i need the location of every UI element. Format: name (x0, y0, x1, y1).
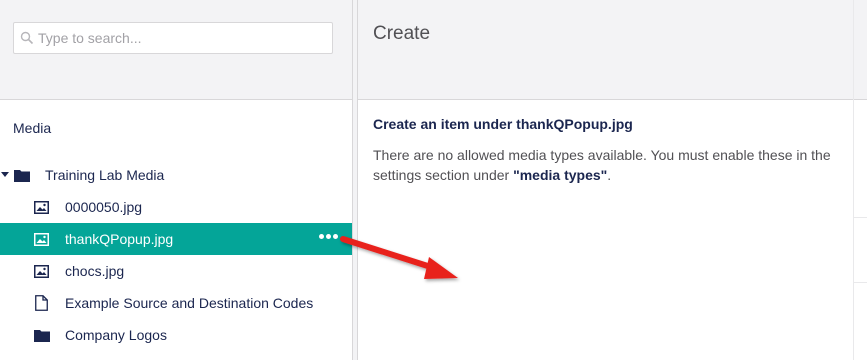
image-icon (34, 232, 49, 246)
dialog-message: There are no allowed media types availab… (373, 145, 843, 185)
image-icon (34, 200, 49, 214)
tree-item-label: thankQPopup.jpg (65, 231, 174, 247)
tree-item-chocs-jpg[interactable]: chocs.jpg (0, 255, 352, 287)
tree-item-0000050-jpg[interactable]: 0000050.jpg (0, 191, 352, 223)
tree-header (0, 0, 352, 100)
search-input[interactable] (38, 30, 318, 46)
tree-item-company-logos[interactable]: Company Logos (0, 319, 352, 351)
file-icon (35, 295, 48, 311)
media-types-reference: "media types" (513, 167, 608, 183)
tree-section-title: Media (13, 120, 52, 136)
folder-icon (14, 168, 30, 182)
annotation-arrow-icon (340, 236, 458, 279)
tree-item-label: 0000050.jpg (65, 199, 143, 215)
tree-panel: Media Training Lab Media 0000050.jpg tha… (0, 0, 352, 360)
tree-item-label: Company Logos (65, 327, 167, 343)
search-icon (20, 31, 34, 45)
tree-item-label: chocs.jpg (65, 263, 125, 279)
background-panel-header (854, 0, 867, 100)
background-panel (853, 0, 867, 360)
tree-item-label: Example Source and Destination Codes (65, 295, 314, 311)
image-icon (34, 264, 49, 278)
divider (854, 217, 867, 218)
divider (854, 282, 867, 283)
create-dialog: Create Create an item under thankQPopup.… (358, 0, 853, 360)
dialog-heading: Create an item under thankQPopup.jpg (373, 116, 633, 132)
folder-icon (34, 328, 50, 342)
tree-item-thankqpopup-jpg[interactable]: thankQPopup.jpg (0, 223, 352, 255)
dialog-title: Create (373, 23, 431, 44)
caret-down-icon[interactable] (1, 172, 9, 177)
tree-item-example-source-codes[interactable]: Example Source and Destination Codes (0, 287, 352, 319)
search-box[interactable] (13, 22, 333, 54)
more-dots-icon[interactable] (319, 234, 338, 239)
tree-item-label: Training Lab Media (45, 167, 165, 183)
tree-item-training-lab-media[interactable]: Training Lab Media (0, 159, 352, 191)
dialog-message-suffix: . (607, 167, 612, 183)
dialog-header: Create (358, 0, 853, 100)
